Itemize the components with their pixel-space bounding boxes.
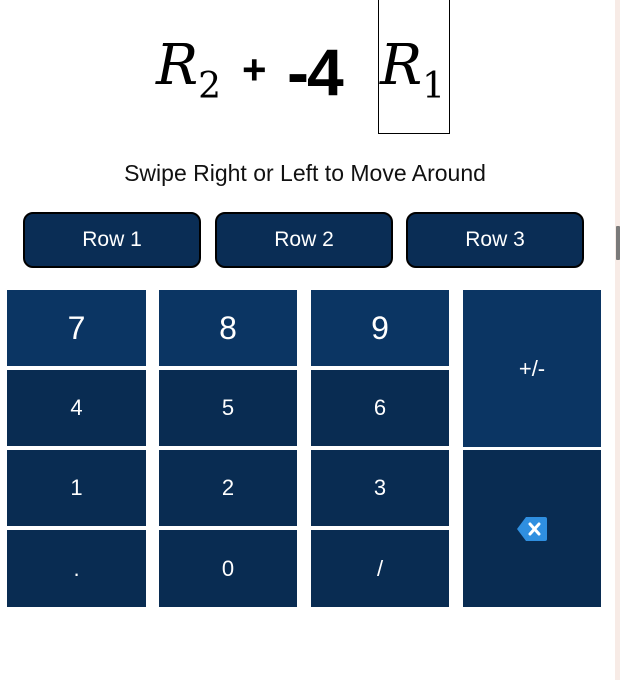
row-2-button[interactable]: Row 2	[215, 212, 393, 268]
target-row-variable: R	[156, 33, 199, 98]
row-1-button[interactable]: Row 1	[23, 212, 201, 268]
key-7[interactable]: 7	[7, 290, 146, 366]
coefficient-value[interactable]: -4	[287, 34, 344, 110]
sign-toggle-key[interactable]: +/-	[463, 290, 601, 447]
backspace-key[interactable]	[463, 450, 601, 607]
target-row-term: R2	[156, 38, 221, 108]
slash-key[interactable]: /	[311, 530, 449, 607]
key-8[interactable]: 8	[159, 290, 297, 366]
key-5[interactable]: 5	[159, 370, 297, 446]
key-3[interactable]: 3	[311, 450, 449, 526]
key-9[interactable]: 9	[311, 290, 449, 366]
right-edge-strip	[615, 0, 620, 680]
row-operation-expression: R2 + -4 R1	[0, 0, 610, 140]
row-3-button[interactable]: Row 3	[406, 212, 584, 268]
key-6[interactable]: 6	[311, 370, 449, 446]
backspace-icon	[517, 516, 547, 541]
key-2[interactable]: 2	[159, 450, 297, 526]
key-1[interactable]: 1	[7, 450, 146, 526]
source-row-term[interactable]: R1	[380, 38, 445, 108]
source-row-subscript: 1	[422, 66, 446, 107]
plus-operator: +	[242, 46, 267, 93]
target-row-subscript: 2	[198, 66, 222, 107]
source-row-variable: R	[380, 33, 423, 98]
decimal-key[interactable]: .	[7, 530, 146, 607]
key-4[interactable]: 4	[7, 370, 146, 446]
swipe-hint: Swipe Right or Left to Move Around	[124, 160, 486, 186]
key-0[interactable]: 0	[159, 530, 297, 607]
scroll-indicator[interactable]	[616, 226, 620, 260]
